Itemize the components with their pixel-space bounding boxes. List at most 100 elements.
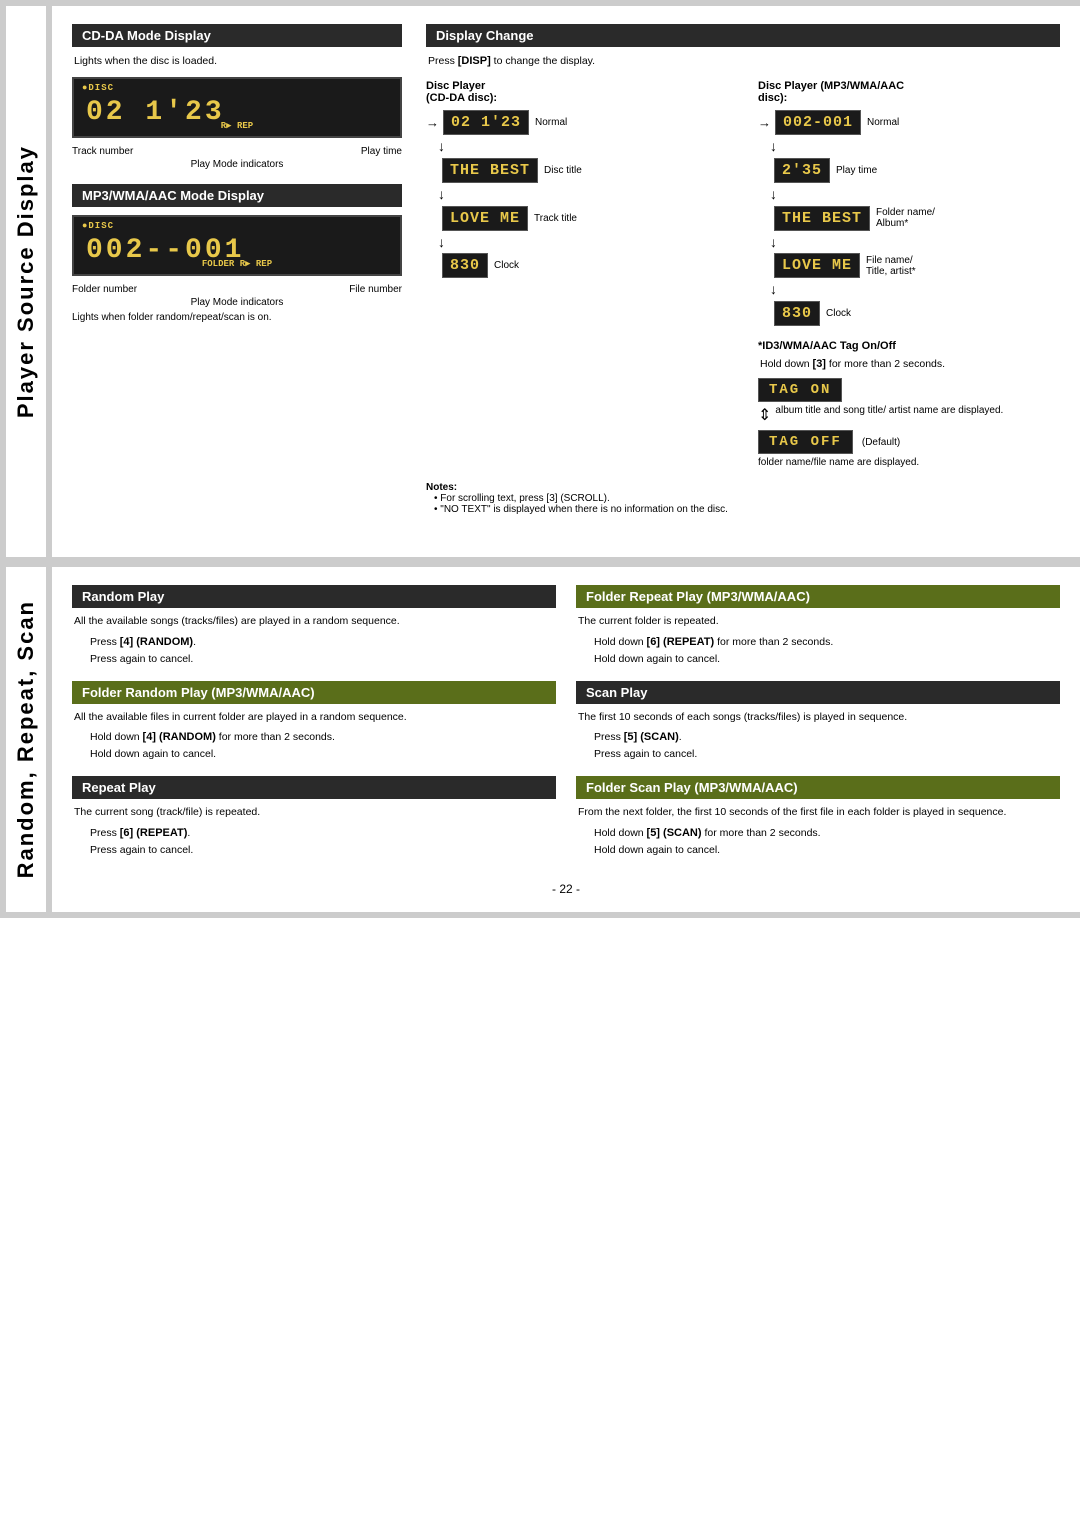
sidebar-player-source: Player Source Display: [0, 6, 52, 557]
tag-off-display: TAG OFF: [758, 430, 853, 454]
cdda-header: CD-DA Mode Display: [72, 24, 402, 47]
random-play-section: Random Play All the available songs (tra…: [72, 585, 556, 667]
mp3-down-4: ↓: [770, 281, 1060, 298]
top-left-col: CD-DA Mode Display Lights when the disc …: [72, 24, 402, 529]
folder-repeat-play-desc: The current folder is repeated.: [576, 613, 1060, 629]
folder-repeat-play-header: Folder Repeat Play (MP3/WMA/AAC): [576, 585, 1060, 608]
mp3-sub-indicator: FOLDER R▶ REP: [202, 259, 272, 269]
cdda-label-right: Play time: [361, 146, 402, 157]
note-item-1: "NO TEXT" is displayed when there is no …: [434, 504, 1060, 515]
mp3-label-3: File name/Title, artist*: [866, 255, 916, 277]
notes-list: For scrolling text, press [3] (SCROLL). …: [426, 493, 1060, 515]
tag-off-note: folder name/file name are displayed.: [758, 457, 1060, 468]
display-change-header: Display Change: [426, 24, 1060, 47]
mp3-header: MP3/WMA/AAC Mode Display: [72, 184, 402, 207]
cdda-label-2: Track title: [534, 213, 577, 224]
repeat-play-header: Repeat Play: [72, 776, 556, 799]
repeat-play-desc: The current song (track/file) is repeate…: [72, 804, 556, 820]
mp3-flow-row-2: THE BEST Folder name/Album*: [758, 206, 1060, 231]
tag-on-row: TAG ON: [758, 378, 1060, 402]
mp3-flow-row-4: 830 Clock: [758, 301, 1060, 326]
repeat-play-line1: Press [6] (REPEAT).: [74, 825, 554, 842]
mp3-flow: → 002-001 Normal ↓ 2'35 Play time: [758, 110, 1060, 326]
bottom-section: Random, Repeat, Scan Random Play All the…: [0, 567, 1080, 912]
cdda-section: CD-DA Mode Display Lights when the disc …: [72, 24, 402, 170]
scan-play-section: Scan Play The first 10 seconds of each s…: [576, 681, 1060, 763]
cdda-desc: Lights when the disc is loaded.: [72, 53, 402, 69]
page-number: - 22 -: [72, 872, 1060, 900]
folder-scan-play-header: Folder Scan Play (MP3/WMA/AAC): [576, 776, 1060, 799]
folder-scan-play-desc: From the next folder, the first 10 secon…: [576, 804, 1060, 820]
sidebar-player-source-label: Player Source Display: [13, 145, 39, 418]
folder-random-play-body: Hold down [4] (RANDOM) for more than 2 s…: [72, 729, 556, 762]
sidebar-random-repeat: Random, Repeat, Scan: [0, 567, 52, 912]
cdda-arrow-0: →: [426, 115, 439, 130]
random-play-body: Press [4] (RANDOM). Press again to cance…: [72, 634, 556, 667]
cdda-label-center: Play Mode indicators: [72, 159, 402, 170]
folder-repeat-line2: Hold down again to cancel.: [578, 651, 1058, 667]
cdda-labels-row: Track number Play time: [72, 146, 402, 157]
tag-header: *ID3/WMA/AAC Tag On/Off: [758, 340, 1060, 352]
cdda-flow-col: Disc Player(CD-DA disc): → 02 1'23 Norma…: [426, 80, 728, 468]
folder-random-play-section: Folder Random Play (MP3/WMA/AAC) All the…: [72, 681, 556, 763]
folder-repeat-line1: Hold down [6] (REPEAT) for more than 2 s…: [578, 634, 1058, 651]
top-content-area: CD-DA Mode Display Lights when the disc …: [52, 6, 1080, 557]
cdda-display-diagram: ●DISC 02 1'23 R▶ REP Track number Play t…: [72, 77, 402, 170]
cdda-flow-row-0: → 02 1'23 Normal: [426, 110, 728, 135]
mp3-flow-row-0: → 002-001 Normal: [758, 110, 1060, 135]
mp3-down-3: ↓: [770, 234, 1060, 251]
cdda-label-0: Normal: [535, 117, 567, 128]
cdda-label-3: Clock: [494, 260, 519, 271]
mp3-flow-col-title: Disc Player (MP3/WMA/AACdisc):: [758, 80, 1060, 104]
scan-play-line1: Press [5] (SCAN).: [578, 729, 1058, 746]
cdda-down-3: ↓: [438, 234, 728, 251]
cdda-label-left: Track number: [72, 146, 133, 157]
cdda-flow: → 02 1'23 Normal ↓ THE BEST Disc title: [426, 110, 728, 278]
mp3-label-right: File number: [349, 284, 402, 295]
cdda-sub-indicator: R▶ REP: [221, 121, 253, 131]
cdda-main-display: 02 1'23: [86, 97, 225, 128]
cdda-flow-row-3: 830 Clock: [426, 253, 728, 278]
mp3-flow-row-1: 2'35 Play time: [758, 158, 1060, 183]
cdda-lcd-2: LOVE ME: [442, 206, 528, 231]
mp3-flow-row-3: LOVE ME File name/Title, artist*: [758, 253, 1060, 278]
repeat-play-body: Press [6] (REPEAT). Press again to cance…: [72, 825, 556, 858]
random-play-line1: Press [4] (RANDOM).: [74, 634, 554, 651]
top-two-col: CD-DA Mode Display Lights when the disc …: [72, 24, 1060, 529]
bottom-two-col: Random Play All the available songs (tra…: [72, 585, 1060, 872]
cdda-lcd-0: 02 1'23: [443, 110, 529, 135]
bottom-border: [0, 912, 1080, 918]
top-section: Player Source Display CD-DA Mode Display…: [0, 6, 1080, 557]
mp3-label-4: Clock: [826, 308, 851, 319]
folder-scan-play-body: Hold down [5] (SCAN) for more than 2 sec…: [576, 825, 1060, 858]
mp3-lcd: ●DISC 002--001 FOLDER R▶ REP: [72, 215, 402, 276]
mp3-display-diagram: ●DISC 002--001 FOLDER R▶ REP Folder numb…: [72, 215, 402, 323]
mp3-arrow-0: →: [758, 115, 771, 130]
cdda-lcd-1: THE BEST: [442, 158, 538, 183]
folder-scan-play-section: Folder Scan Play (MP3/WMA/AAC) From the …: [576, 776, 1060, 858]
mp3-lcd-1: 2'35: [774, 158, 830, 183]
tag-on-desc: album title and song title/ artist name …: [775, 405, 1003, 416]
mp3-label-0: Normal: [867, 117, 899, 128]
mp3-note-below: Lights when folder random/repeat/scan is…: [72, 312, 402, 323]
folder-scan-line2: Hold down again to cancel.: [578, 842, 1058, 858]
tag-updown-arrow: ⇕: [758, 405, 771, 425]
note-item-0: For scrolling text, press [3] (SCROLL).: [434, 493, 1060, 504]
repeat-play-line2: Press again to cancel.: [74, 842, 554, 858]
sidebar-random-repeat-label: Random, Repeat, Scan: [13, 600, 39, 878]
folder-repeat-play-body: Hold down [6] (REPEAT) for more than 2 s…: [576, 634, 1060, 667]
display-change-section: Display Change Press [DISP] to change th…: [426, 24, 1060, 515]
mp3-disc-indicator: ●DISC: [82, 221, 114, 231]
cdda-disc-indicator: ●DISC: [82, 83, 114, 93]
section-divider: [0, 557, 1080, 567]
tag-off-row: TAG OFF (Default): [758, 430, 1060, 454]
folder-random-play-desc: All the available files in current folde…: [72, 709, 556, 725]
cdda-down-2: ↓: [438, 186, 728, 203]
mp3-label-1: Play time: [836, 165, 877, 176]
mp3-flow-col: Disc Player (MP3/WMA/AACdisc): → 002-001…: [758, 80, 1060, 468]
tag-instruction: Hold down [3] for more than 2 seconds.: [758, 356, 1060, 373]
folder-repeat-play-section: Folder Repeat Play (MP3/WMA/AAC) The cur…: [576, 585, 1060, 667]
cdda-lcd-3: 830: [442, 253, 488, 278]
display-change-desc: Press [DISP] to change the display.: [426, 53, 1060, 70]
repeat-play-section: Repeat Play The current song (track/file…: [72, 776, 556, 858]
